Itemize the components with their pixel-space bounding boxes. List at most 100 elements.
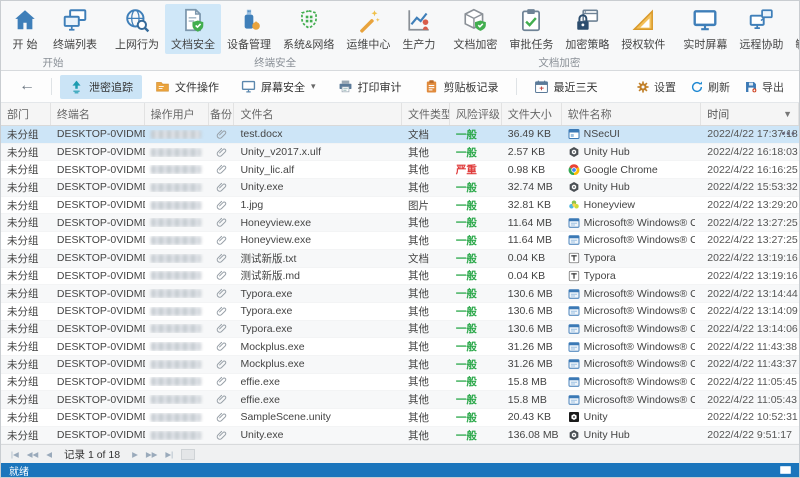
toolbar-button-screen-security[interactable]: 屏幕安全 ▾ [232,75,325,99]
column-header-size[interactable]: 文件大小 [502,103,562,125]
ribbon-item-approval-tasks[interactable]: 审批任务 [503,4,559,54]
table-row[interactable]: 未分组 DESKTOP-0VIDMDJ Honeyview.exe 其他 一般 11.64… [1,232,799,250]
cell-backup[interactable] [209,358,235,371]
cell-backup[interactable] [209,393,235,406]
table-row[interactable]: 未分组 DESKTOP-0VIDMDJ 测试新版.txt 文档 一般 0.04 KB Typ… [1,249,799,268]
column-header-file[interactable]: 文件名 [234,103,402,125]
pager-edit-box[interactable] [181,448,196,460]
ribbon-item-encryption-policy[interactable]: 加密策略 [559,4,615,54]
table-row[interactable]: 未分组 DESKTOP-0VIDMDJ effie.exe 其他 一般 15.8 MB Mi… [1,374,799,392]
table-row[interactable]: 未分组 DESKTOP-0VIDMDJ 测试新版.md 其他 一般 0.04 KB Typo… [1,268,799,286]
table-row[interactable]: 未分组 DESKTOP-0VIDMDJ Unity_lic.alf 其他 严重 0.98 … [1,161,799,180]
table-row[interactable]: 未分组 DESKTOP-0VIDMDJ Unity.exe 其他 一般 32.74 MB U… [1,179,799,197]
ribbon-item-ops-center[interactable]: 运维中心 [340,4,396,54]
table-row[interactable]: 未分组 DESKTOP-0VIDMDJ Typora.exe 其他 一般 130.6 MB… [1,320,799,339]
cell-backup[interactable] [209,429,235,442]
cell-risk: 一般 [455,128,477,141]
ribbon-item-productivity[interactable]: 生产力 [396,4,441,54]
toolbar-button-clipboard-records[interactable]: 剪贴板记录 [415,75,508,99]
pager-next-page-button[interactable]: ▶▶ [142,450,162,459]
cell-backup[interactable] [209,287,235,300]
cell-file: effie.exe [240,375,280,388]
toolbar-button-export[interactable]: 导出 [737,76,791,98]
ribbon-item-device-management[interactable]: 设备管理 [221,4,277,54]
cell-user [145,271,209,281]
cell-backup[interactable] [209,163,235,176]
cell-backup[interactable] [209,252,235,265]
paperclip-icon [215,340,228,353]
ribbon-item-realtime-screen[interactable]: 实时屏幕 [677,4,733,54]
table-row[interactable]: 未分组 DESKTOP-0VIDMDJ Unity.exe 其他 一般 136.08 MB… [1,426,799,444]
column-header-app[interactable]: 软件名称 [562,103,702,125]
column-header-dept[interactable]: 部门 [1,103,51,125]
cell-backup[interactable] [209,181,235,194]
toolbar-button-refresh[interactable]: 刷新 [683,76,737,98]
pager-last-button[interactable]: ▶| [161,450,177,459]
cell-backup[interactable] [209,375,235,388]
ribbon-item-doc-security[interactable]: 文档安全 [165,4,221,54]
cell-backup[interactable] [209,269,235,282]
table-row[interactable]: 未分组 DESKTOP-0VIDMDJ test.docx 文档 一般 36.49 KB N… [1,126,799,144]
paperclip-icon [215,216,228,229]
table-row[interactable]: 未分组 DESKTOP-0VIDMDJ Typora.exe 其他 一般 130.6 MB… [1,285,799,303]
table-row[interactable]: 未分组 DESKTOP-0VIDMDJ effie.exe 其他 一般 15.8 MB Mi… [1,391,799,409]
cell-backup[interactable] [209,128,235,141]
toolbar-button-print-audit[interactable]: 打印审计 [329,75,411,99]
table-row[interactable]: 未分组 DESKTOP-0VIDMDJ Typora.exe 其他 一般 130.6 MB… [1,303,799,321]
pager-prev-page-button[interactable]: ◀◀ [23,450,43,459]
back-button[interactable]: ← [9,76,45,98]
cell-backup[interactable] [209,216,235,229]
cell-backup[interactable] [209,234,235,247]
toolbar-button-calendar[interactable]: 最近三天 [525,75,607,99]
chrome-icon [568,163,580,176]
cell-terminal: DESKTOP-0VIDMDJ [56,429,145,442]
column-header-type[interactable]: 文件类型 [402,103,450,125]
ribbon-item-remote-assist[interactable]: 远程协助 [733,4,789,54]
cell-backup[interactable] [209,146,235,159]
column-header-user[interactable]: 操作用户 [145,103,209,125]
pager-first-button[interactable]: |◀ [7,450,23,459]
table-row[interactable]: 未分组 DESKTOP-0VIDMDJ Mockplus.exe 其他 一般 31.26 … [1,338,799,356]
cell-backup[interactable] [209,305,235,318]
table-row[interactable]: 未分组 DESKTOP-0VIDMDJ Unity_v2017.x.ulf 其他 一般 2… [1,143,799,162]
cell-time: 2022/4/22 16:16:25 [707,163,798,176]
ribbon-item-sensitive-scan[interactable]: 敏感内容扫描 [789,4,799,54]
cell-backup[interactable] [209,322,235,335]
column-header-time[interactable]: 时间 ▼ [701,103,799,125]
toolbar-button-file-operations[interactable]: 文件操作 [146,75,228,99]
toolbar-button-leak-trace[interactable]: 泄密追踪 [60,74,142,99]
pager-next-button[interactable]: ▶ [128,450,142,459]
table-row[interactable]: 未分组 DESKTOP-0VIDMDJ SampleScene.unity 其他 一般 2… [1,409,799,427]
table-row[interactable]: 未分组 DESKTOP-0VIDMDJ Mockplus.exe 其他 一般 31.26 … [1,355,799,374]
column-header-terminal[interactable]: 终端名 [51,103,145,125]
toolbar-button-settings-gear[interactable]: 设置 [629,76,683,98]
pager-prev-button[interactable]: ◀ [42,450,56,459]
cell-risk: 一般 [455,146,477,159]
column-header-backup[interactable]: 备份 [209,103,235,125]
column-header-risk[interactable]: 风险评级 [450,103,502,125]
ribbon-group: 上网行为 文档安全 设备管理 系统&网络 运维中心 生产力 终端安全 [107,1,443,70]
records-grid: 部门 终端名 操作用户 备份 文件名 文件类型 风险评级 文件大小 软件名称 时间 ▼ 未分组 DES… [1,103,799,444]
table-row[interactable]: 未分组 DESKTOP-0VIDMDJ Honeyview.exe 其他 一般 11.64… [1,214,799,233]
ribbon-item-web-activity[interactable]: 上网行为 [109,4,165,54]
cell-backup[interactable] [209,199,235,212]
realtime-screen-icon [692,7,718,33]
ribbon-item-licensed-software[interactable]: 授权软件 [615,4,671,54]
ribbon-item-terminal-list[interactable]: 终端列表 [47,4,103,54]
redacted-username [150,147,201,157]
row-more-button[interactable]: ••• [781,128,796,140]
cell-backup[interactable] [209,340,235,353]
cell-backup[interactable] [209,411,235,424]
cell-time: 2022/4/22 11:05:45 [707,375,797,388]
cell-type: 其他 [408,358,429,371]
cell-terminal: DESKTOP-0VIDMDJ [56,199,145,212]
ribbon-item-doc-encryption[interactable]: 文档加密 [447,4,503,54]
ribbon-item-system-network[interactable]: 系统&网络 [277,4,340,54]
status-panel-icon[interactable] [780,466,791,474]
ribbon-item-home[interactable]: 开 始 [3,4,47,54]
cell-size: 136.08 MB [507,429,559,442]
table-row[interactable]: 未分组 DESKTOP-0VIDMDJ 1.jpg 图片 一般 32.81 KB Honey… [1,197,799,215]
cell-app: Unity [562,411,702,423]
cell-dept: 未分组 [7,252,39,265]
cell-app: Typora [562,252,702,264]
